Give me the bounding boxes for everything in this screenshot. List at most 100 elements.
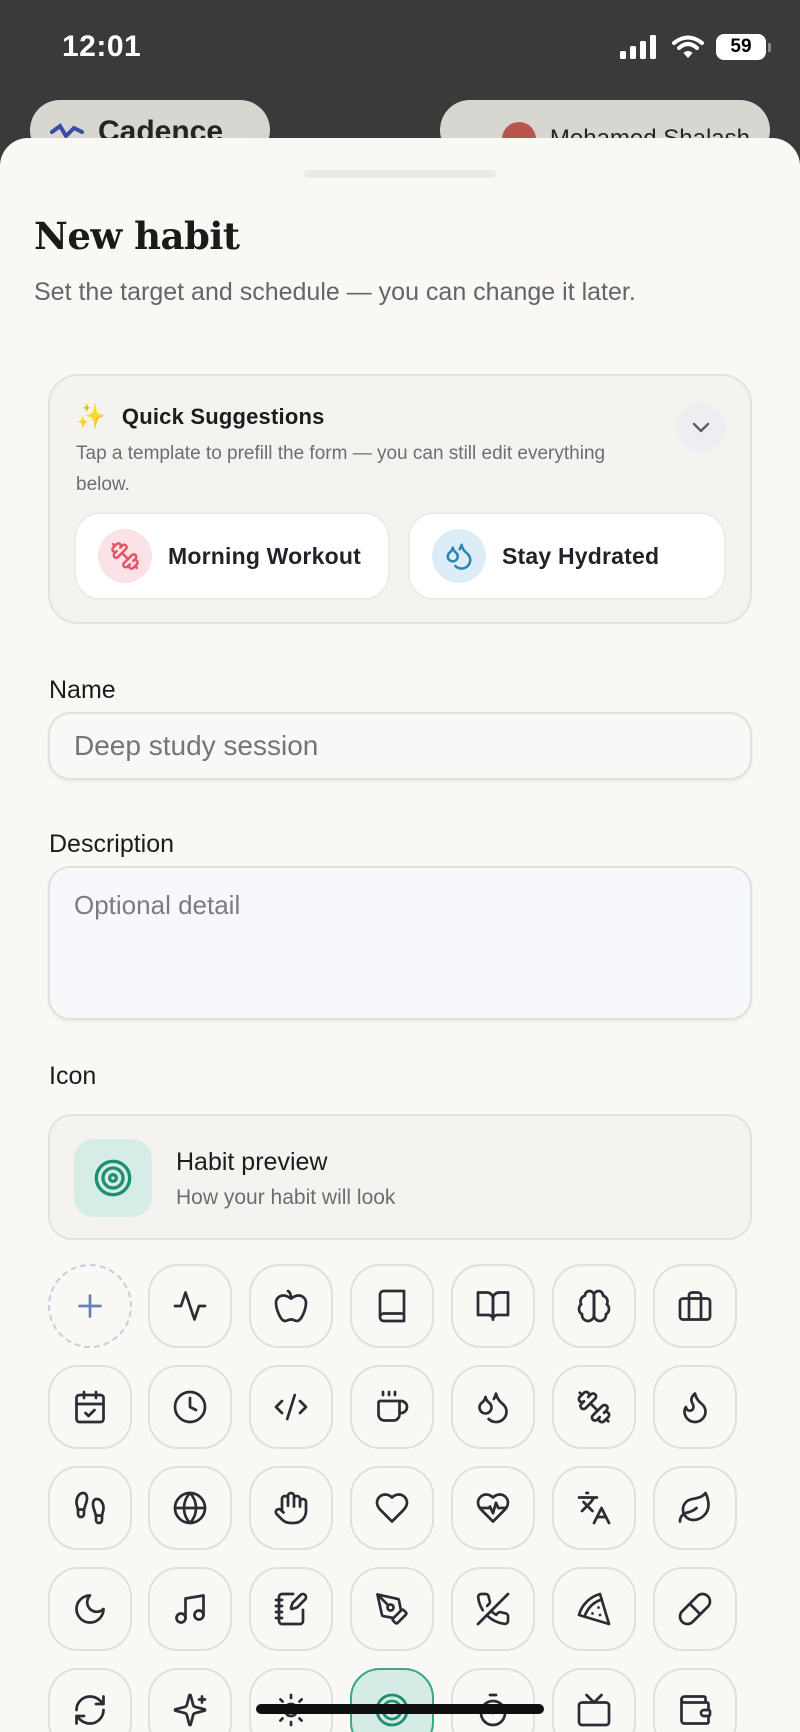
icon-option-droplets[interactable] — [451, 1365, 535, 1449]
home-indicator — [256, 1704, 544, 1714]
icon-option-coffee[interactable] — [350, 1365, 434, 1449]
quick-suggestions-card: ✨ Quick Suggestions Tap a template to pr… — [48, 374, 752, 624]
target-icon — [74, 1139, 152, 1217]
brain-icon — [577, 1289, 611, 1323]
status-time: 12:01 — [62, 30, 142, 63]
battery-indicator: 59 — [716, 34, 771, 60]
icon-option-footprints[interactable] — [48, 1466, 132, 1550]
icon-option-leaf[interactable] — [653, 1466, 737, 1550]
icon-option-pizza[interactable] — [552, 1567, 636, 1651]
phone-off-icon — [476, 1592, 510, 1626]
dumbbell-icon — [98, 529, 152, 583]
clock-icon — [173, 1390, 207, 1424]
custom-icon-button[interactable] — [48, 1264, 132, 1348]
icon-option-moon[interactable] — [48, 1567, 132, 1651]
icon-option-hand[interactable] — [249, 1466, 333, 1550]
suggestion-stay-hydrated[interactable]: Stay Hydrated — [408, 512, 726, 600]
icon-option-apple[interactable] — [249, 1264, 333, 1348]
icon-option-wallet[interactable] — [653, 1668, 737, 1732]
heart-icon — [375, 1493, 409, 1523]
icon-option-heart[interactable] — [350, 1466, 434, 1550]
quick-suggestions-header: ✨ Quick Suggestions — [76, 402, 325, 431]
suggestion-label: Stay Hydrated — [502, 542, 660, 569]
heart-pulse-icon — [476, 1493, 510, 1523]
tv-icon — [577, 1693, 611, 1727]
icon-label: Icon — [49, 1062, 97, 1090]
sparkles-icon — [173, 1693, 207, 1727]
globe-icon — [173, 1491, 207, 1525]
status-icons: 59 — [620, 34, 771, 60]
icon-option-sun[interactable] — [249, 1668, 333, 1732]
icon-option-calendar-check[interactable] — [48, 1365, 132, 1449]
wifi-icon — [672, 35, 704, 58]
code-icon — [274, 1393, 308, 1421]
quick-suggestions-title: Quick Suggestions — [121, 403, 325, 429]
plus-icon — [78, 1294, 102, 1318]
signal-icon — [620, 35, 656, 59]
flame-icon — [683, 1392, 707, 1424]
quick-suggestions-description: Tap a template to prefill the form — you… — [76, 443, 606, 495]
icon-option-pen-tool[interactable] — [350, 1567, 434, 1651]
briefcase-icon — [678, 1291, 712, 1321]
apple-icon — [274, 1289, 308, 1323]
icon-option-activity[interactable] — [148, 1264, 232, 1348]
collapse-suggestions-button[interactable] — [676, 402, 726, 452]
icon-option-book[interactable] — [350, 1264, 434, 1348]
hand-icon — [274, 1491, 308, 1525]
languages-icon — [577, 1491, 611, 1525]
habit-preview-subtitle: How your habit will look — [176, 1186, 396, 1209]
music-icon — [175, 1594, 205, 1624]
description-field[interactable]: Optional detail — [48, 866, 752, 1020]
book-open-icon — [476, 1291, 510, 1321]
pill-icon — [678, 1592, 712, 1626]
suggestion-label: Morning Workout — [168, 542, 361, 569]
icon-option-sparkles[interactable] — [148, 1668, 232, 1732]
activity-icon — [173, 1291, 207, 1321]
footprints-icon — [75, 1491, 105, 1525]
wallet-icon — [680, 1695, 712, 1725]
icon-option-music[interactable] — [148, 1567, 232, 1651]
icon-option-phone-off[interactable] — [451, 1567, 535, 1651]
sheet-subtitle: Set the target and schedule — you can ch… — [34, 278, 636, 306]
name-input[interactable] — [48, 712, 752, 780]
description-label: Description — [49, 830, 175, 858]
icon-option-flame[interactable] — [653, 1365, 737, 1449]
book-icon — [378, 1289, 406, 1323]
description-placeholder: Optional detail — [74, 890, 241, 920]
suggestion-morning-workout[interactable]: Morning Workout — [74, 512, 390, 600]
chevron-down-icon — [692, 422, 710, 433]
habit-preview-title: Habit preview — [176, 1148, 328, 1176]
icon-option-notebook-pen[interactable] — [249, 1567, 333, 1651]
sheet-title: New habit — [34, 214, 240, 258]
icon-option-pill[interactable] — [653, 1567, 737, 1651]
pen-tool-icon — [376, 1593, 408, 1625]
status-bar: 12:01 59 — [0, 0, 800, 100]
icon-option-target-selected[interactable] — [350, 1668, 434, 1732]
new-habit-sheet: New habit Set the target and schedule — … — [0, 138, 800, 1732]
icon-option-globe[interactable] — [148, 1466, 232, 1550]
refresh-icon — [75, 1695, 105, 1725]
leaf-icon — [678, 1491, 710, 1523]
icon-option-timer[interactable] — [451, 1668, 535, 1732]
notebook-pen-icon — [274, 1592, 308, 1626]
droplets-icon — [478, 1392, 508, 1424]
moon-icon — [75, 1594, 105, 1624]
pizza-icon — [577, 1592, 611, 1626]
icon-option-dumbbell[interactable] — [552, 1365, 636, 1449]
icon-option-book-open[interactable] — [451, 1264, 535, 1348]
icon-option-refresh[interactable] — [48, 1668, 132, 1732]
icon-option-clock[interactable] — [148, 1365, 232, 1449]
icon-option-briefcase[interactable] — [653, 1264, 737, 1348]
icon-option-brain[interactable] — [552, 1264, 636, 1348]
sheet-grabber[interactable] — [304, 170, 496, 178]
coffee-icon — [377, 1390, 409, 1422]
icon-option-heart-pulse[interactable] — [451, 1466, 535, 1550]
calendar-check-icon — [75, 1390, 105, 1424]
icon-option-languages[interactable] — [552, 1466, 636, 1550]
droplets-icon — [432, 529, 486, 583]
dumbbell-icon — [577, 1390, 611, 1424]
name-label: Name — [49, 676, 116, 704]
icon-option-code[interactable] — [249, 1365, 333, 1449]
icon-option-tv[interactable] — [552, 1668, 636, 1732]
sparkles-icon: ✨ — [76, 403, 106, 430]
